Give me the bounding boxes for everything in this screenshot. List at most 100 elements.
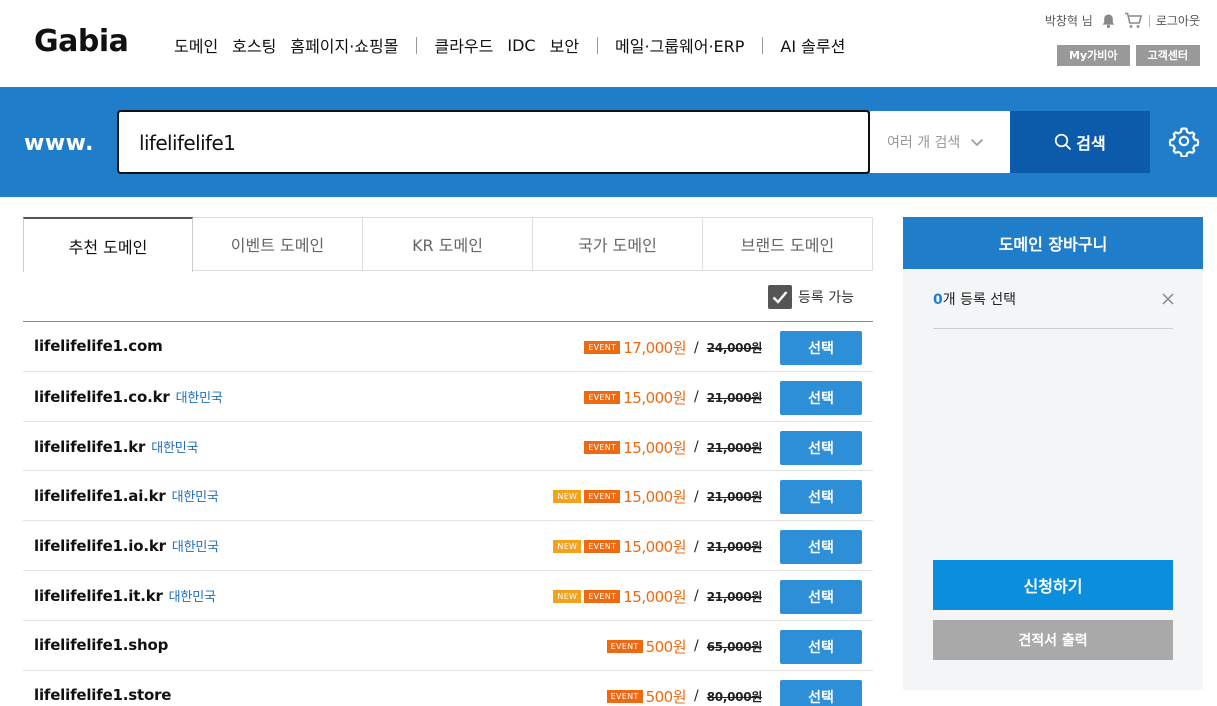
domain-name-text: lifelifelife1.store [34,685,172,704]
main-nav: 도메인 호스팅 홈페이지·쇼핑몰 클라우드 IDC 보안 메일·그룹웨어·ERP… [174,33,859,57]
available-filter-label: 등록 가능 [798,290,854,306]
price-separator: / [694,339,699,356]
event-badge: EVENT [584,589,621,603]
domain-result-list: lifelifelife1.com EVENT 17,000원/24,000원 선택 l… [23,321,873,706]
sale-price: 500원 [645,687,687,706]
price-separator: / [694,588,699,605]
support-button[interactable]: 고객센터 [1135,45,1200,66]
domain-name-text: lifelifelife1.ai.kr [34,487,166,506]
gear-icon[interactable] [1168,125,1200,157]
chevron-down-icon [970,138,984,147]
tab-event[interactable]: 이벤트 도메인 [193,217,363,271]
nav-domain[interactable]: 도메인 [174,33,218,57]
price-separator: / [694,538,699,555]
domain-search-input[interactable] [139,128,839,158]
new-badge: NEW [553,540,582,554]
cart-divider [933,328,1173,329]
domain-country: 대한민국 [171,540,219,556]
tab-brand[interactable]: 브랜드 도메인 [703,217,873,271]
domain-name-text: lifelifelife1.co.kr [34,387,170,406]
util-divider [1148,14,1150,27]
tab-kr[interactable]: KR 도메인 [363,217,533,271]
select-domain-button[interactable]: 선택 [780,380,862,415]
domain-name-text: lifelifelife1.io.kr [34,537,166,556]
original-price: 80,000원 [706,689,763,704]
domain-name-text: lifelifelife1.it.kr [34,586,163,605]
domain-name: lifelifelife1.kr 대한민국 [34,437,199,456]
domain-cart: 도메인 장바구니 0개 등록 선택 신청하기 견적서 출력 [903,217,1203,690]
event-badge: EVENT [606,689,643,703]
nav-idc[interactable]: IDC [507,36,535,55]
tab-recommended[interactable]: 추천 도메인 [23,217,193,272]
domain-result-row: lifelifelife1.co.kr 대한민국 EVENT 15,000원 / 21,0… [23,372,873,422]
price-separator: / [694,688,699,705]
domain-name: lifelifelife1.io.kr 대한민국 [34,536,219,555]
select-domain-button[interactable]: 선택 [780,480,862,515]
event-badge: EVENT [584,490,621,504]
price-group: EVENT 500원 / 65,000원 [604,636,762,657]
user-name[interactable]: 박창혁 님 [1045,12,1093,29]
price-separator: / [694,488,699,505]
domain-name: lifelifelife1.com [34,337,163,355]
user-buttons: My가비아 고객센터 [1051,45,1200,66]
select-domain-button[interactable]: 선택 [780,679,862,706]
multi-search-label: 여러 개 검색 [887,135,961,151]
nav-ai-solution[interactable]: AI 솔루션 [780,33,845,57]
cart-count-suffix: 개 등록 선택 [942,292,1017,308]
price-separator: / [694,389,699,406]
domain-result-row: lifelifelife1.store EVENT 500원 / 80,000원 선택 [23,671,873,706]
nav-cloud[interactable]: 클라우드 [434,33,493,57]
available-checkbox[interactable] [768,285,792,309]
sale-price: 15,000원 [623,488,687,507]
gabia-logo[interactable]: Gabia [34,24,129,59]
search-icon [1054,133,1072,151]
domain-result-row: lifelifelife1.io.kr 대한민국 NEW EVENT 15,000원 / 2… [23,521,873,571]
original-price: 21,000원 [706,440,763,455]
logout-link[interactable]: 로그아웃 [1156,12,1200,29]
print-quote-button[interactable]: 견적서 출력 [933,620,1173,660]
mygabia-button[interactable]: My가비아 [1057,45,1130,66]
search-band: www. 여러 개 검색 검색 [0,87,1217,197]
sale-price: 17,000원 [623,339,687,357]
domain-country: 대한민국 [168,589,216,605]
event-badge: EVENT [584,390,621,404]
price-group: NEW EVENT 15,000원 / 21,000원 [550,586,762,607]
domain-name: lifelifelife1.store [34,686,171,704]
price-group: EVENT 15,000원 / 21,000원 [581,437,762,458]
cart-icon[interactable] [1124,12,1143,29]
nav-security[interactable]: 보안 [550,33,579,57]
sale-price: 15,000원 [623,438,687,457]
nav-homepage-shop[interactable]: 홈페이지·쇼핑몰 [290,33,398,57]
cart-title: 도메인 장바구니 [903,217,1203,269]
domain-country: 대한민국 [171,490,219,506]
domain-result-row: lifelifelife1.ai.kr 대한민국 NEW EVENT 15,000원 / 2… [23,471,873,522]
price-group: NEW EVENT 15,000원 / 21,000원 [550,486,762,507]
nav-mail-groupware-erp[interactable]: 메일·그룹웨어·ERP [615,33,744,57]
select-domain-button[interactable]: 선택 [780,629,862,664]
select-domain-button[interactable]: 선택 [780,579,862,614]
tab-country[interactable]: 국가 도메인 [533,217,703,271]
close-icon[interactable] [1162,293,1174,305]
cart-count: 0개 등록 선택 [933,289,1016,309]
select-domain-button[interactable]: 선택 [780,430,862,465]
original-price: 21,000원 [706,540,763,555]
price-separator: / [694,439,699,456]
new-badge: NEW [553,589,582,603]
price-group: EVENT 17,000원 / 24,000원 [581,337,762,358]
domain-name: lifelifelife1.shop [34,636,168,654]
search-button[interactable]: 검색 [1010,111,1150,173]
nav-divider [416,36,418,54]
event-badge: EVENT [584,341,621,354]
select-domain-button[interactable]: 선택 [780,331,862,365]
bell-icon[interactable] [1101,13,1116,29]
available-filter[interactable]: 등록 가능 [768,285,854,309]
nav-divider [597,36,599,54]
nav-divider [762,36,764,54]
select-domain-button[interactable]: 선택 [780,530,862,565]
price-group: EVENT 500원 / 80,000원 [604,686,762,706]
apply-button[interactable]: 신청하기 [933,560,1173,610]
price-group: NEW EVENT 15,000원 / 21,000원 [550,536,762,557]
sale-price: 15,000원 [623,538,687,557]
multi-search-dropdown[interactable]: 여러 개 검색 [870,111,1010,173]
nav-hosting[interactable]: 호스팅 [232,33,276,57]
